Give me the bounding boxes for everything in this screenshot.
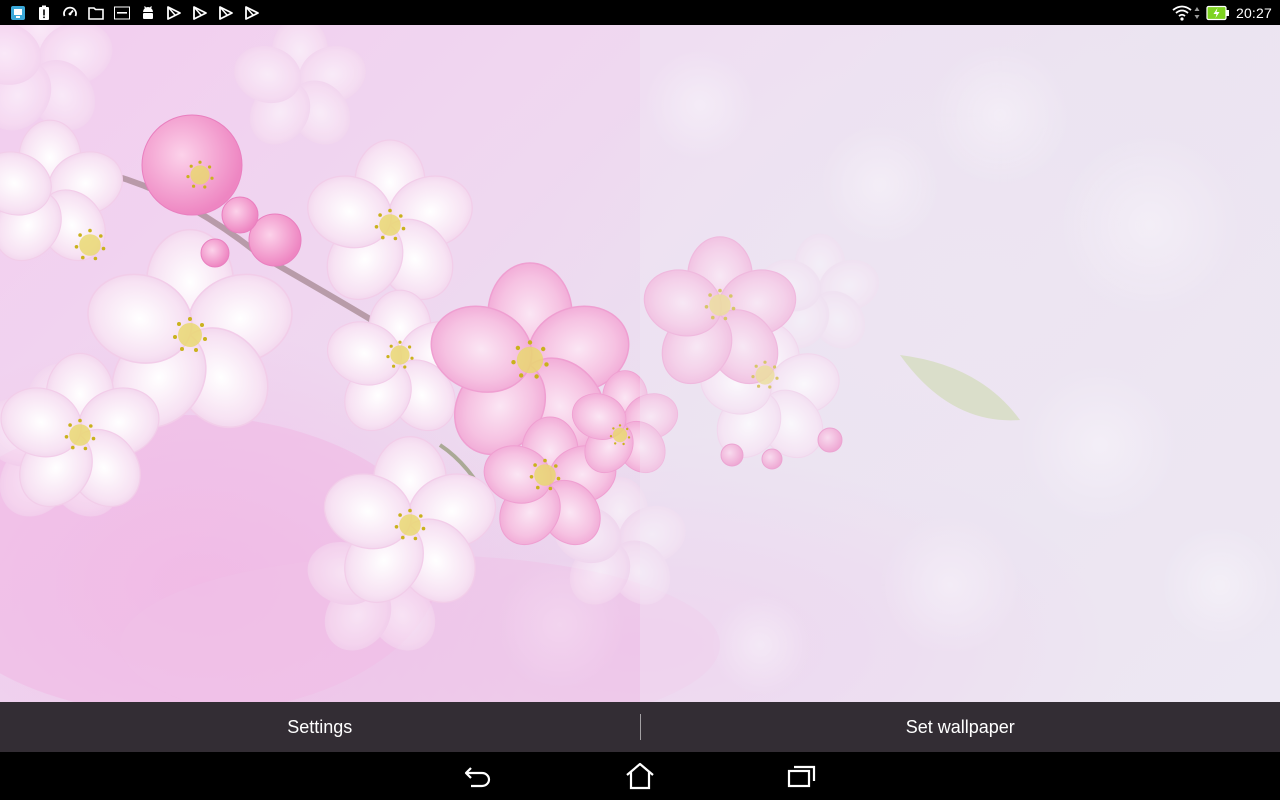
settings-button[interactable]: Settings [0, 702, 640, 752]
wallpaper-action-bar: Settings Set wallpaper [0, 702, 1280, 752]
clock: 20:27 [1235, 4, 1272, 21]
battery-charging-icon [1206, 5, 1230, 21]
screenshot-app-icon [10, 5, 26, 21]
home-button[interactable] [606, 752, 674, 800]
set-wallpaper-button[interactable]: Set wallpaper [641, 702, 1280, 752]
system-indicators: 20:27 [1166, 0, 1272, 25]
play-store-icon [244, 5, 260, 21]
asus-logo-icon [114, 5, 130, 21]
recent-apps-button[interactable] [768, 752, 836, 800]
recent-apps-icon [787, 765, 816, 788]
cherry-blossom-image [0, 25, 1280, 702]
play-store-icon [218, 5, 234, 21]
back-icon [464, 767, 491, 788]
play-store-icon [192, 5, 208, 21]
speed-gauge-icon [62, 5, 78, 21]
battery-alert-icon [36, 5, 52, 21]
status-bar: 20:27 [0, 0, 1280, 25]
navigation-bar [0, 752, 1280, 800]
play-store-icon [166, 5, 182, 21]
folder-icon [88, 5, 104, 21]
notification-icons [10, 0, 270, 25]
android-debug-icon [140, 5, 156, 21]
back-button[interactable] [444, 752, 512, 800]
wallpaper-preview[interactable] [0, 25, 1280, 702]
wifi-icon [1172, 5, 1192, 21]
home-icon [626, 762, 654, 790]
data-arrows-icon [1194, 6, 1200, 20]
